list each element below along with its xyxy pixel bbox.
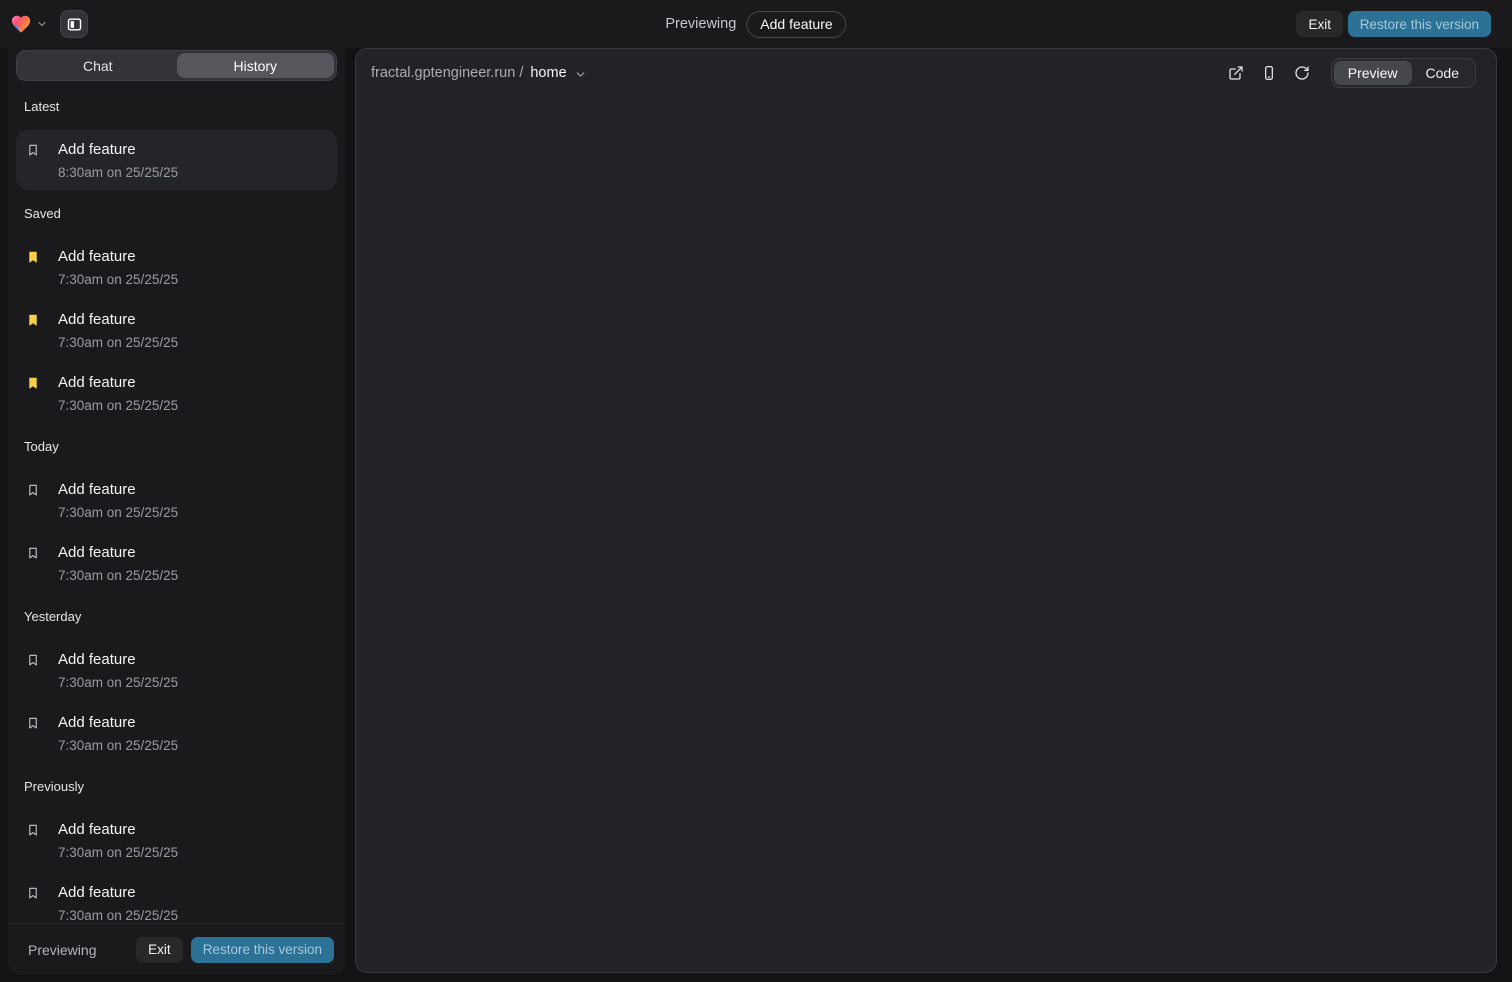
restore-version-button[interactable]: Restore this version xyxy=(1348,11,1491,37)
refresh-button[interactable] xyxy=(1290,61,1315,86)
footer-previewing-label: Previewing xyxy=(28,942,96,958)
history-list: Latest Add feature 8:30am on 25/25/25 Sa… xyxy=(8,90,345,923)
item-time: 7:30am on 25/25/25 xyxy=(58,272,337,288)
history-item[interactable]: Add feature 7:30am on 25/25/25 xyxy=(16,651,337,691)
item-time: 7:30am on 25/25/25 xyxy=(58,505,337,521)
refresh-icon xyxy=(1294,65,1310,81)
item-title: Add feature xyxy=(58,821,136,838)
footer-exit-button[interactable]: Exit xyxy=(136,937,183,963)
footer-restore-button[interactable]: Restore this version xyxy=(191,937,334,963)
item-time: 8:30am on 25/25/25 xyxy=(58,165,327,181)
bookmark-filled-icon xyxy=(26,376,40,390)
preview-panel: fractal.gptengineer.run / home xyxy=(355,48,1497,973)
bookmark-icon xyxy=(26,886,40,900)
logo-group xyxy=(10,0,88,48)
item-time: 7:30am on 25/25/25 xyxy=(58,738,337,754)
item-time: 7:30am on 25/25/25 xyxy=(58,398,337,414)
mobile-preview-button[interactable] xyxy=(1257,61,1282,86)
item-title: Add feature xyxy=(58,311,136,328)
bookmark-filled-icon xyxy=(26,250,40,264)
bookmark-icon xyxy=(26,546,40,560)
tab-chat[interactable]: Chat xyxy=(19,53,177,78)
item-time: 7:30am on 25/25/25 xyxy=(58,568,337,584)
bookmark-icon xyxy=(26,143,40,157)
bookmark-icon xyxy=(26,716,40,730)
history-item[interactable]: Add feature 7:30am on 25/25/25 xyxy=(16,884,337,923)
item-title: Add feature xyxy=(58,248,136,265)
history-item[interactable]: Add feature 7:30am on 25/25/25 xyxy=(16,544,337,584)
preview-controls: Preview Code xyxy=(1224,58,1476,88)
preview-header: fractal.gptengineer.run / home xyxy=(356,49,1496,97)
section-heading: Previously xyxy=(24,779,337,795)
section-heading: Today xyxy=(24,439,337,455)
heart-logo-icon[interactable] xyxy=(10,13,32,35)
history-item[interactable]: Add feature 7:30am on 25/25/25 xyxy=(16,821,337,861)
bookmark-icon xyxy=(26,483,40,497)
item-title: Add feature xyxy=(58,714,136,731)
sidebar-tab-switcher: Chat History xyxy=(16,50,337,81)
history-item[interactable]: Add feature 8:30am on 25/25/25 xyxy=(16,130,337,190)
bookmark-icon xyxy=(26,653,40,667)
sidebar-toggle-button[interactable] xyxy=(60,10,88,38)
history-item[interactable]: Add feature 7:30am on 25/25/25 xyxy=(16,481,337,521)
item-time: 7:30am on 25/25/25 xyxy=(58,675,337,691)
external-link-icon xyxy=(1228,65,1244,81)
section-heading: Yesterday xyxy=(24,609,337,625)
item-time: 7:30am on 25/25/25 xyxy=(58,908,337,923)
history-item[interactable]: Add feature 7:30am on 25/25/25 xyxy=(16,248,337,288)
preview-content[interactable] xyxy=(356,97,1496,972)
version-badge[interactable]: Add feature xyxy=(746,11,846,38)
panel-left-icon xyxy=(66,16,83,33)
item-title: Add feature xyxy=(58,651,136,668)
url-host: fractal.gptengineer.run / xyxy=(371,65,523,81)
url-page: home xyxy=(530,65,566,81)
bookmark-filled-icon xyxy=(26,313,40,327)
smartphone-icon xyxy=(1261,65,1277,81)
exit-button[interactable]: Exit xyxy=(1296,11,1343,37)
history-sidebar: Chat History Latest Add feature 8:30am o… xyxy=(8,48,345,975)
chevron-down-icon[interactable] xyxy=(36,18,48,30)
sidebar-footer: Previewing Exit Restore this version xyxy=(8,923,345,975)
tab-preview[interactable]: Preview xyxy=(1334,61,1412,85)
url-bar[interactable]: fractal.gptengineer.run / home xyxy=(371,65,587,81)
item-time: 7:30am on 25/25/25 xyxy=(58,335,337,351)
history-item[interactable]: Add feature 7:30am on 25/25/25 xyxy=(16,374,337,414)
topbar-status: Previewing Add feature xyxy=(665,0,846,48)
item-title: Add feature xyxy=(58,884,136,901)
item-title: Add feature xyxy=(58,544,136,561)
history-item[interactable]: Add feature 7:30am on 25/25/25 xyxy=(16,714,337,754)
open-external-button[interactable] xyxy=(1224,61,1249,86)
item-time: 7:30am on 25/25/25 xyxy=(58,845,337,861)
previewing-label: Previewing xyxy=(665,16,736,32)
tab-history[interactable]: History xyxy=(177,53,335,78)
tab-code[interactable]: Code xyxy=(1412,61,1473,85)
section-heading: Saved xyxy=(24,206,337,222)
bookmark-icon xyxy=(26,823,40,837)
view-mode-switcher: Preview Code xyxy=(1331,58,1476,88)
section-heading: Latest xyxy=(24,99,337,115)
history-item[interactable]: Add feature 7:30am on 25/25/25 xyxy=(16,311,337,351)
item-title: Add feature xyxy=(58,374,136,391)
chevron-down-icon xyxy=(574,68,587,81)
item-title: Add feature xyxy=(58,141,136,158)
item-title: Add feature xyxy=(58,481,136,498)
topbar: Previewing Add feature Exit Restore this… xyxy=(0,0,1512,48)
